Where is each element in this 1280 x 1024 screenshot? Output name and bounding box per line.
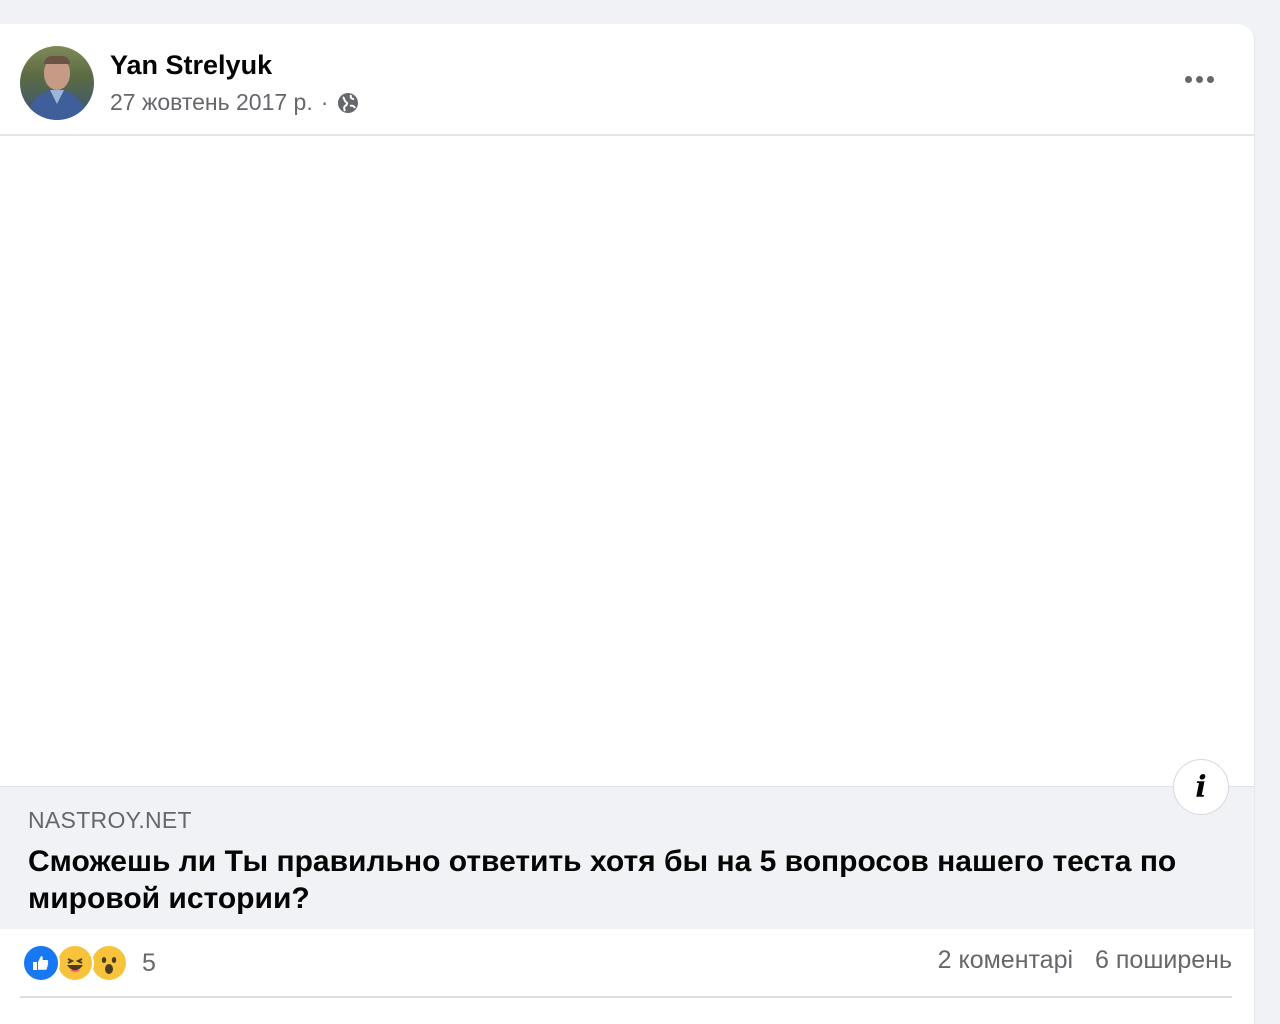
haha-icon	[56, 944, 94, 982]
like-icon	[22, 944, 60, 982]
shares-count[interactable]: 6 поширень	[1095, 946, 1232, 975]
post-footer: 5 2 коментарі 6 поширень	[0, 928, 1254, 998]
comments-count[interactable]: 2 коментарі	[938, 946, 1073, 975]
author-name[interactable]: Yan Strelyuk	[110, 50, 272, 81]
wow-icon	[90, 944, 128, 982]
more-options-icon[interactable]	[1178, 62, 1220, 96]
post-date[interactable]: 27 жовтень 2017 р.	[110, 89, 313, 116]
avatar[interactable]	[20, 46, 94, 120]
link-domain: NASTROY.NET	[28, 807, 192, 833]
reaction-count: 5	[142, 948, 156, 977]
link-title: Сможешь ли Ты правильно ответить хотя бы…	[28, 845, 1177, 915]
link-preview-image[interactable]	[0, 136, 1254, 786]
info-button[interactable]: i	[1173, 759, 1229, 815]
globe-icon[interactable]	[336, 91, 360, 115]
footer-divider	[20, 996, 1232, 998]
reactions-summary[interactable]: 5	[22, 944, 156, 982]
post-meta: 27 жовтень 2017 р. ·	[110, 89, 360, 116]
link-preview[interactable]: NASTROY.NET Сможешь ли Ты правильно отве…	[0, 786, 1254, 929]
meta-separator: ·	[320, 89, 329, 115]
post-header: Yan Strelyuk 27 жовтень 2017 р. ·	[0, 24, 1254, 136]
engagement-stats: 2 коментарі 6 поширень	[938, 946, 1232, 975]
post-card: Yan Strelyuk 27 жовтень 2017 р. · NASTRO…	[0, 24, 1254, 1024]
